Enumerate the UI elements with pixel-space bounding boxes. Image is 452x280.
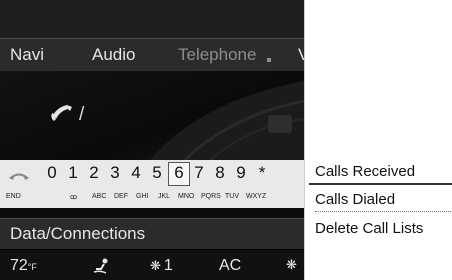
key-1[interactable]: 1 [63, 163, 83, 183]
key-8-letters: TUV [225, 193, 239, 200]
key-star[interactable]: * [252, 163, 272, 183]
input-cursor: / [79, 104, 85, 125]
key-7-letters: PQRS [201, 193, 221, 200]
dashboard-graphic [150, 81, 304, 160]
telephone-dropdown-marker [267, 58, 271, 62]
airflow-icon[interactable] [92, 257, 112, 275]
end-call-icon [9, 173, 29, 180]
key-8[interactable]: 8 [210, 163, 230, 183]
call-list-menu: Calls Received Calls Dialed Delete Call … [304, 0, 452, 280]
key-2-letters: ABC [92, 193, 107, 200]
voicemail-label: ꝏ [70, 194, 78, 201]
key-9[interactable]: 9 [231, 163, 251, 183]
key-7[interactable]: 7 [189, 163, 209, 183]
key-0[interactable]: 0 [42, 163, 62, 183]
handset-icon [51, 105, 72, 121]
ac-button[interactable]: AC [219, 257, 241, 275]
status-strip [0, 0, 304, 38]
menu-item-calls-dialed[interactable]: Calls Dialed [315, 191, 395, 208]
data-connections-bar[interactable]: Data/Connections [0, 218, 304, 250]
key-3[interactable]: 3 [105, 163, 125, 183]
fan-icon: ❋ [150, 258, 161, 273]
fan-speed[interactable]: ❋ 1 [150, 257, 173, 275]
key-5-letters: JKL [158, 193, 171, 200]
head-unit-screen: Navi Audio Telephone V / 0 1 2 3 4 5 6 7… [0, 0, 304, 280]
nav-item-telephone[interactable]: Telephone [178, 45, 256, 65]
key-4[interactable]: 4 [126, 163, 146, 183]
key-3-letters: DEF [114, 193, 128, 200]
data-connections-label: Data/Connections [10, 224, 146, 243]
climate-bar: 72°F ❋ 1 AC ❋ [0, 250, 304, 280]
main-nav-bar: Navi Audio Telephone V [0, 38, 304, 72]
key-6-letters: MNO [178, 193, 195, 200]
key-5[interactable]: 5 [147, 163, 167, 183]
menu-selection-line [309, 183, 452, 185]
menu-item-delete-call-lists[interactable]: Delete Call Lists [315, 220, 423, 237]
nav-item-audio[interactable]: Audio [92, 45, 135, 65]
keypad: 0 1 2 3 4 5 6 7 8 9 * END ꝏ ABC DEF GHI … [0, 160, 304, 208]
menu-divider [315, 211, 451, 212]
key-4-letters: GHI [136, 193, 149, 200]
menu-item-calls-received[interactable]: Calls Received [315, 163, 415, 180]
end-label: END [6, 193, 21, 200]
key-6-selected[interactable]: 6 [168, 162, 190, 186]
key-2[interactable]: 2 [84, 163, 104, 183]
dial-display: / [0, 71, 304, 160]
key-9-letters: WXYZ [246, 193, 267, 200]
temperature-value[interactable]: 72°F [10, 257, 37, 275]
fan-right-icon[interactable]: ❋ [286, 257, 297, 273]
nav-item-navi[interactable]: Navi [10, 45, 44, 65]
